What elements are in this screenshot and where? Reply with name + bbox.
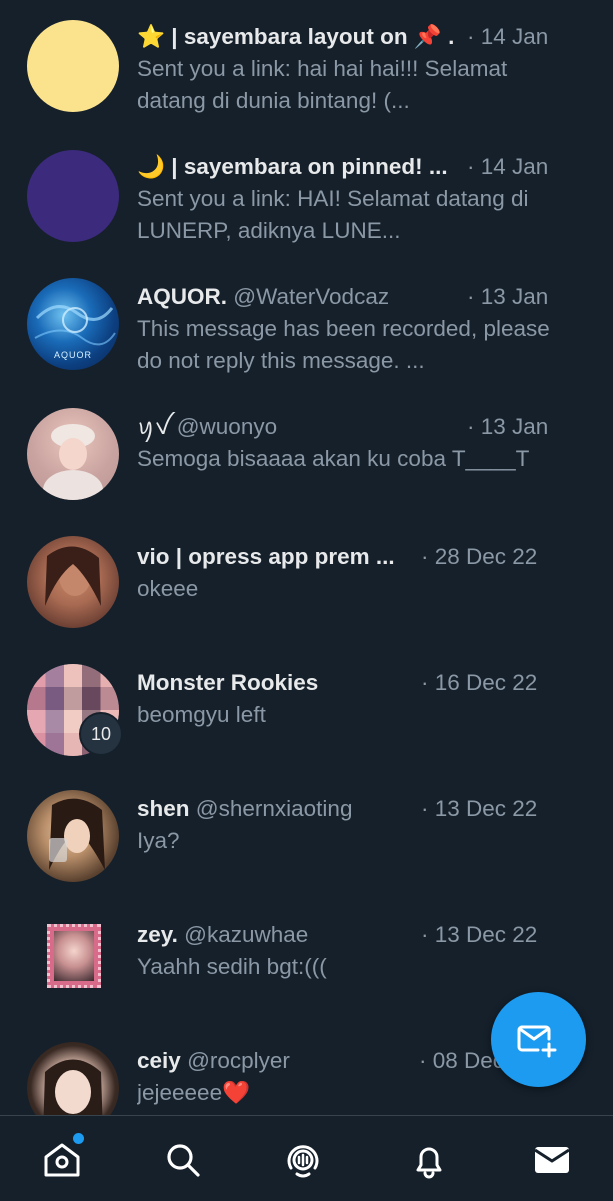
message-date: · 08 Dec	[419, 1048, 505, 1073]
bottom-navigation	[0, 1115, 613, 1201]
message-date: · 13 Jan	[467, 284, 549, 309]
sender-name: zey.	[137, 922, 178, 947]
avatar[interactable]: AQUOR	[27, 278, 119, 370]
conversation-row[interactable]: AQUOR AQUOR. @WaterVodcaz · 13 Jan This …	[0, 270, 613, 396]
sender-handle: @wuonyo	[176, 414, 278, 439]
avatar[interactable]	[27, 408, 119, 500]
sender-name: AQUOR.	[137, 284, 227, 309]
sender-name: ⭐ | sayembara layout on 📌 .	[137, 24, 455, 49]
conversation-row[interactable]: shen @shernxiaoting · 13 Dec 22 Iya?	[0, 782, 613, 908]
group-name: Monster Rookies	[137, 670, 319, 695]
notification-dot	[73, 1133, 84, 1144]
sender-name: shen	[137, 796, 190, 821]
nav-search[interactable]	[143, 1116, 223, 1201]
message-preview: beomgyu left	[137, 702, 266, 727]
nav-spaces[interactable]	[263, 1116, 343, 1201]
sender-name: vio | opress app prem ...	[137, 544, 395, 569]
nav-messages[interactable]	[512, 1116, 592, 1201]
avatar[interactable]	[27, 790, 119, 882]
nav-home[interactable]	[22, 1116, 102, 1201]
sender-handle: @shernxiaoting	[195, 796, 353, 821]
message-date: · 28 Dec 22	[421, 544, 538, 569]
avatar[interactable]	[27, 920, 119, 1012]
avatar[interactable]	[27, 20, 119, 112]
message-date: · 16 Dec 22	[421, 670, 538, 695]
message-preview: Sent you a link: HAI! Selamat datang di …	[137, 186, 529, 243]
message-preview: Yaahh sedih bgt:(((	[137, 954, 327, 979]
sender-handle: @WaterVodcaz	[233, 284, 390, 309]
conversation-row[interactable]: ꪗꪜ @wuonyo · 13 Jan Semoga bisaaaa akan …	[0, 400, 613, 526]
message-date: · 14 Jan	[467, 154, 549, 179]
conversation-row[interactable]: 10 Monster Rookies · 16 Dec 22 beomgyu l…	[0, 656, 613, 782]
sender-handle: @rocplyer	[187, 1048, 290, 1073]
avatar[interactable]	[27, 1042, 119, 1115]
sender-name: ceiy	[137, 1048, 181, 1073]
new-message-button[interactable]	[491, 992, 586, 1087]
conversation-row[interactable]: vio | opress app prem ... · 28 Dec 22 ok…	[0, 530, 613, 656]
message-date: · 14 Jan	[467, 24, 549, 49]
message-preview: Iya?	[137, 828, 180, 853]
sender-name: ꪗꪜ	[137, 414, 171, 439]
message-date: · 13 Jan	[467, 414, 549, 439]
participant-count-badge: 10	[79, 712, 123, 756]
message-preview: okeee	[137, 576, 199, 601]
message-date: · 13 Dec 22	[421, 796, 538, 821]
avatar-label: AQUOR	[53, 350, 92, 360]
sender-name: 🌙 | sayembara on pinned! ...	[137, 154, 448, 179]
conversation-row[interactable]: ⭐ | sayembara layout on 📌 . · 14 Jan Sen…	[0, 10, 613, 136]
sender-handle: @kazuwhae	[184, 922, 309, 947]
message-preview: Sent you a link: hai hai hai!!! Selamat …	[137, 56, 508, 113]
conversation-list: ⭐ | sayembara layout on 📌 . · 14 Jan Sen…	[0, 0, 613, 1115]
avatar[interactable]	[27, 150, 119, 242]
conversation-row[interactable]: 🌙 | sayembara on pinned! ... · 14 Jan Se…	[0, 140, 613, 266]
avatar[interactable]	[27, 536, 119, 628]
message-preview: This message has been recorded, please d…	[137, 316, 550, 373]
message-preview: Semoga bisaaaa akan ku coba T____T	[137, 446, 530, 471]
message-preview: jejeeeee❤️	[137, 1080, 251, 1105]
nav-notifications[interactable]	[389, 1116, 469, 1201]
message-date: · 13 Dec 22	[421, 922, 538, 947]
